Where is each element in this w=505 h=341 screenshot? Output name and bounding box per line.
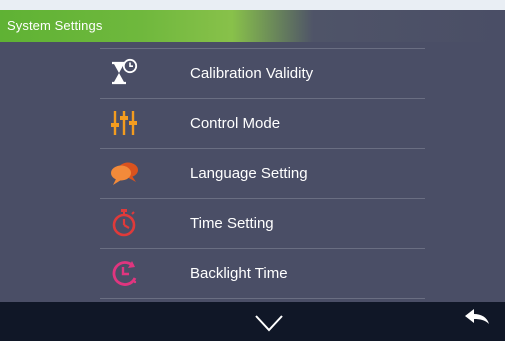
menu-item-backlight-time[interactable]: Backlight Time <box>100 248 425 299</box>
hourglass-clock-icon <box>108 58 140 88</box>
menu-item-label: Calibration Validity <box>190 65 314 82</box>
bottom-bar <box>0 302 505 341</box>
menu-item-label: Backlight Time <box>190 265 288 282</box>
back-arrow-icon[interactable] <box>462 307 492 329</box>
clock-cycle-icon <box>108 258 140 288</box>
page-title: System Settings <box>7 18 103 33</box>
settings-screen: System Settings Calibration Validity Con… <box>0 10 505 341</box>
menu-item-control-mode[interactable]: Control Mode <box>100 98 425 148</box>
chevron-down-icon[interactable] <box>252 310 286 336</box>
menu-item-label: Time Setting <box>190 215 274 232</box>
settings-menu: Calibration Validity Control Mode Langua… <box>100 48 425 299</box>
menu-item-label: Language Setting <box>190 165 308 182</box>
menu-item-calibration-validity[interactable]: Calibration Validity <box>100 48 425 98</box>
menu-item-language-setting[interactable]: Language Setting <box>100 148 425 198</box>
stopwatch-icon <box>108 208 140 238</box>
speech-bubbles-icon <box>108 158 140 188</box>
sliders-icon <box>108 108 140 138</box>
menu-item-time-setting[interactable]: Time Setting <box>100 198 425 248</box>
header-bar: System Settings <box>0 10 505 42</box>
menu-item-label: Control Mode <box>190 115 281 132</box>
